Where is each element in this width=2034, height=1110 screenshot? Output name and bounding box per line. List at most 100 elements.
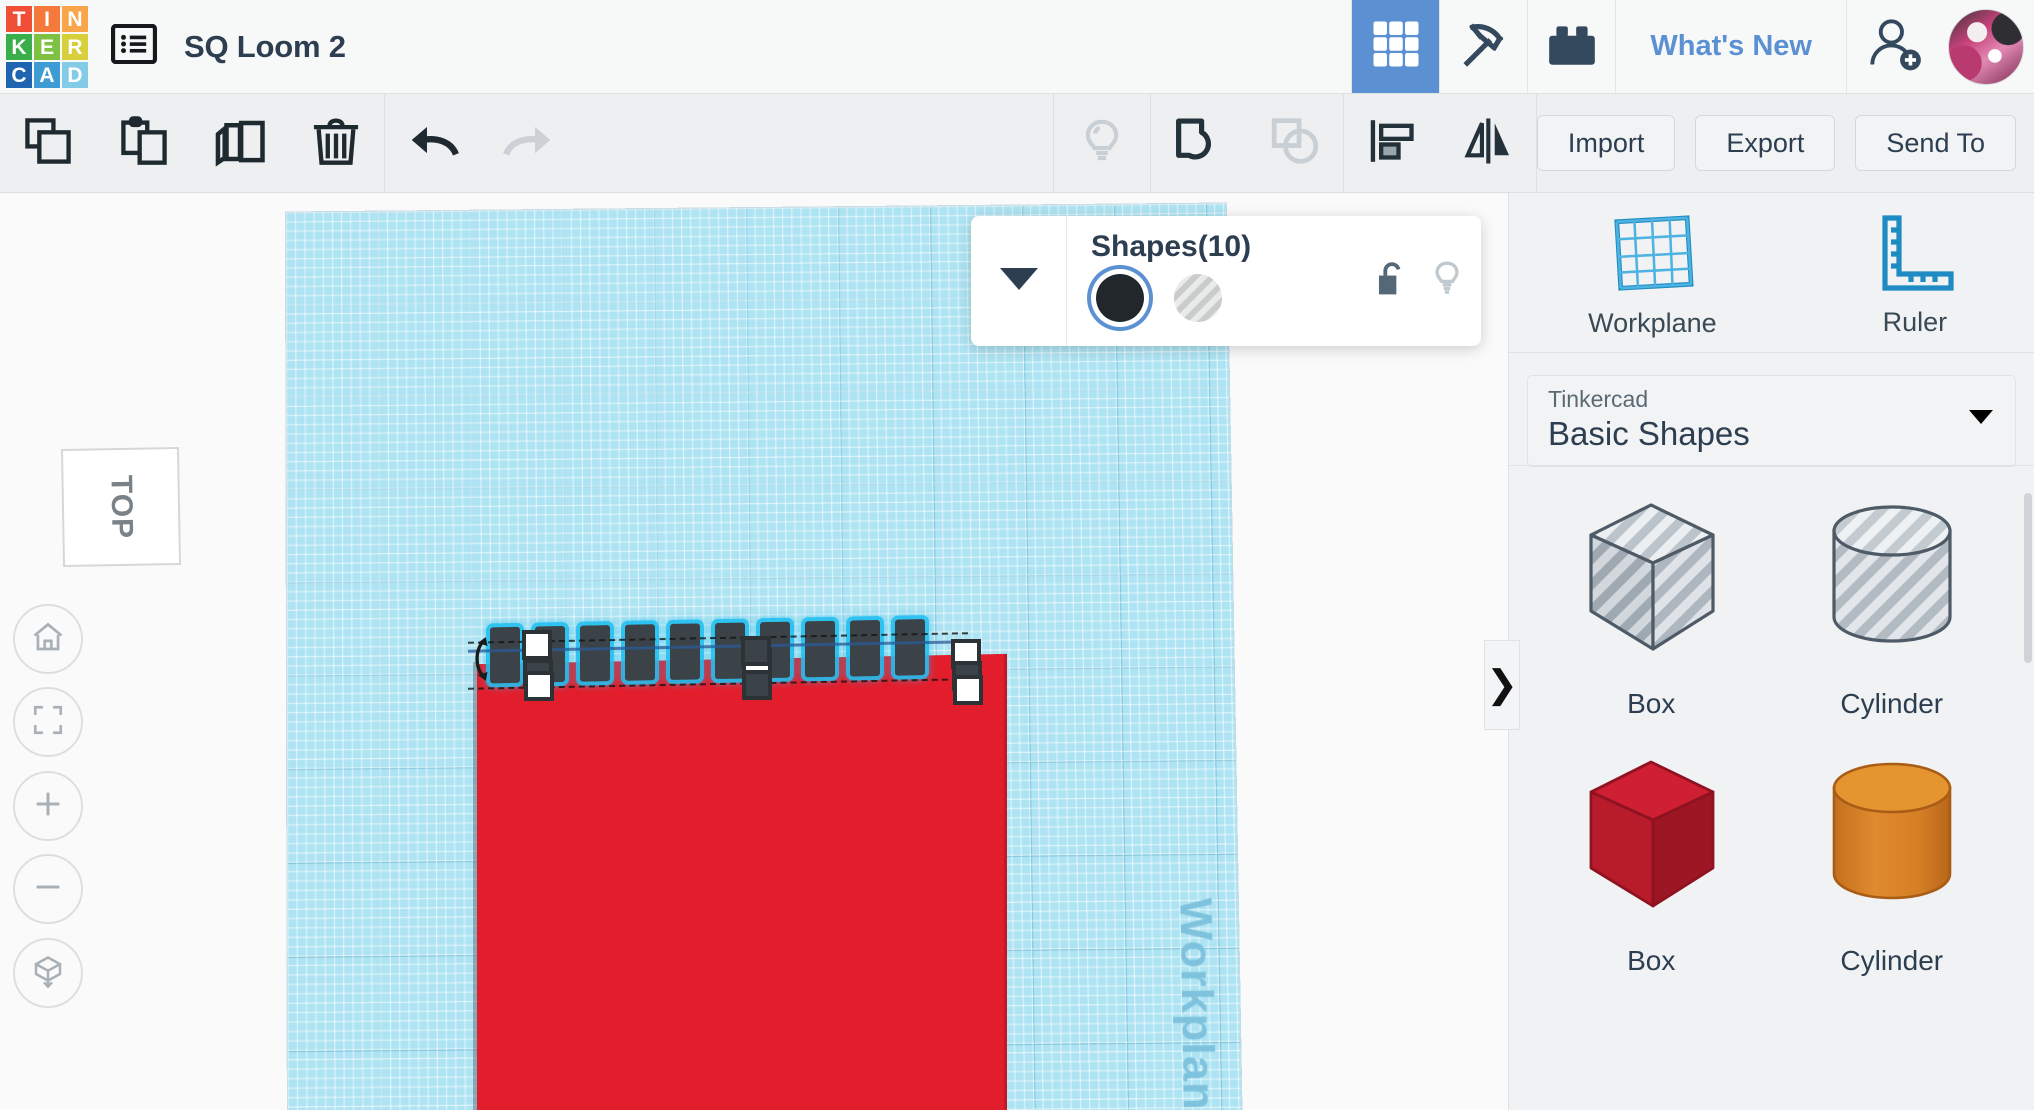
library-provider-label: Tinkercad	[1548, 386, 1649, 412]
shape-cylinder-solid[interactable]: Cylinder	[1772, 754, 2013, 977]
workplane-label: Workplane	[1170, 897, 1224, 1110]
library-name-label: Basic Shapes	[1548, 415, 1750, 452]
copy-button[interactable]	[0, 94, 96, 193]
resize-handle-bottom-left[interactable]	[524, 671, 554, 701]
ruler-icon	[1875, 214, 1955, 297]
shape-cylinder-hole[interactable]: Cylinder	[1772, 497, 2013, 720]
ungroup-shapes-icon	[1269, 115, 1321, 172]
shape-gallery: Box Cylinder Box Cylinder	[1509, 497, 2034, 977]
red-box-shape[interactable]	[477, 653, 1007, 1110]
resize-handle-top-left[interactable]	[522, 630, 552, 660]
panel-scrollbar[interactable]	[2024, 493, 2032, 663]
group-button[interactable]	[1151, 94, 1247, 193]
logo-tile-r: R	[62, 34, 88, 60]
minus-icon	[31, 870, 65, 909]
logo-tile-t: T	[6, 6, 32, 32]
redo-button[interactable]	[481, 94, 577, 193]
lightbulb-icon	[1077, 116, 1127, 171]
inspector-collapse-button[interactable]	[971, 216, 1067, 346]
undo-button[interactable]	[385, 94, 481, 193]
duplicate-icon	[213, 114, 267, 173]
lightbulb-icon[interactable]	[1431, 260, 1463, 303]
mirror-flip-icon	[1462, 115, 1514, 172]
chevron-down-icon	[1969, 410, 1993, 424]
view-cube-label: TOP	[104, 474, 139, 540]
cylinder-solid-thumbnail	[1812, 754, 1972, 929]
copy-icon	[22, 115, 74, 172]
tinkercad-logo[interactable]: TIN KER CAD	[0, 0, 94, 94]
add-account-button[interactable]	[1846, 0, 1942, 93]
logo-tile-k: K	[6, 34, 32, 60]
workplane-grid-icon	[1609, 213, 1695, 298]
view-cube[interactable]: TOP	[60, 446, 182, 568]
paste-button[interactable]	[96, 94, 192, 193]
ortho-perspective-button[interactable]	[13, 938, 83, 1008]
trash-icon	[310, 115, 362, 172]
logo-tile-d: D	[62, 62, 88, 88]
ruler-tool-label: Ruler	[1882, 306, 1948, 337]
shape-label: Box	[1627, 688, 1676, 719]
fit-to-view-button[interactable]	[13, 687, 83, 757]
shape-box-hole[interactable]: Box	[1531, 497, 1772, 720]
inspector-title: Shapes(10)	[1091, 230, 1252, 263]
add-person-icon	[1866, 15, 1924, 78]
home-icon	[30, 619, 66, 660]
plus-icon	[31, 787, 65, 826]
ruler-tool[interactable]: Ruler	[1875, 214, 1955, 338]
tinkercad-app: TINKERCAD SQ Loom 2 What's New Import Ex…	[0, 0, 2034, 1110]
home-view-button[interactable]	[13, 604, 83, 674]
unlock-icon[interactable]	[1375, 260, 1409, 303]
shape-label: Box	[1627, 945, 1676, 976]
redo-arrow-icon	[500, 112, 558, 175]
export-button[interactable]: Export	[1695, 115, 1836, 171]
document-title[interactable]: SQ Loom 2	[174, 0, 346, 93]
shape-box-solid[interactable]: Box	[1531, 754, 1772, 977]
resize-handle-center-mid[interactable]	[741, 636, 771, 666]
logo-tile-e: E	[34, 34, 60, 60]
resize-handle-bottom-right[interactable]	[953, 675, 983, 705]
design-tab[interactable]	[1351, 0, 1440, 93]
workplane-tool-label: Workplane	[1588, 307, 1717, 338]
pickaxe-icon	[1457, 17, 1511, 76]
cube-view-icon	[30, 953, 66, 994]
avatar[interactable]	[1948, 8, 2024, 85]
bricks-tab[interactable]	[1527, 0, 1615, 93]
whats-new-link[interactable]: What's New	[1615, 0, 1846, 93]
ungroup-button[interactable]	[1247, 94, 1343, 193]
panel-collapse-toggle[interactable]: ❯	[1484, 640, 1520, 730]
zoom-in-button[interactable]	[13, 771, 83, 841]
top-bar: TINKERCAD SQ Loom 2 What's New	[0, 0, 2034, 94]
rotate-handle[interactable]	[466, 633, 500, 685]
undo-arrow-icon	[404, 112, 462, 175]
duplicate-button[interactable]	[192, 94, 288, 193]
clipboard-icon	[118, 115, 170, 172]
zoom-out-button[interactable]	[13, 854, 83, 924]
shapes-panel: Workplane Ruler Tinkercad Basic Shapes B…	[1508, 193, 2034, 1110]
inspector-body: Shapes(10)	[1067, 216, 1481, 346]
resize-handle-center-bottom[interactable]	[742, 670, 772, 700]
logo-tile-i: I	[34, 6, 60, 32]
send-to-button[interactable]: Send To	[1855, 115, 2016, 171]
mirror-button[interactable]	[1440, 94, 1536, 193]
panel-tools-row: Workplane Ruler	[1509, 193, 2034, 353]
align-button[interactable]	[1344, 94, 1440, 193]
workplane-tool[interactable]: Workplane	[1588, 213, 1717, 339]
shape-inspector-popover: Shapes(10)	[971, 216, 1481, 346]
logo-tile-n: N	[62, 6, 88, 32]
chevron-right-icon: ❯	[1486, 664, 1518, 706]
logo-tile-c: C	[6, 62, 32, 88]
project-list-button[interactable]	[94, 0, 174, 93]
blocks-tab[interactable]	[1439, 0, 1527, 93]
edit-toolbar: Import Export Send To	[0, 93, 2034, 193]
note-button[interactable]	[1054, 94, 1150, 193]
delete-button[interactable]	[288, 94, 384, 193]
grid-3x3-icon	[1369, 17, 1423, 76]
box-hole-thumbnail	[1571, 497, 1731, 672]
import-button[interactable]: Import	[1536, 115, 1676, 171]
hole-swatch[interactable]	[1174, 274, 1222, 322]
solid-color-swatch[interactable]	[1096, 274, 1144, 322]
caret-down-icon	[998, 266, 1040, 297]
shape-library-select[interactable]: Tinkercad Basic Shapes	[1527, 375, 2016, 467]
panel-divider	[1509, 465, 2034, 466]
cylinder-hole-thumbnail	[1812, 497, 1972, 672]
